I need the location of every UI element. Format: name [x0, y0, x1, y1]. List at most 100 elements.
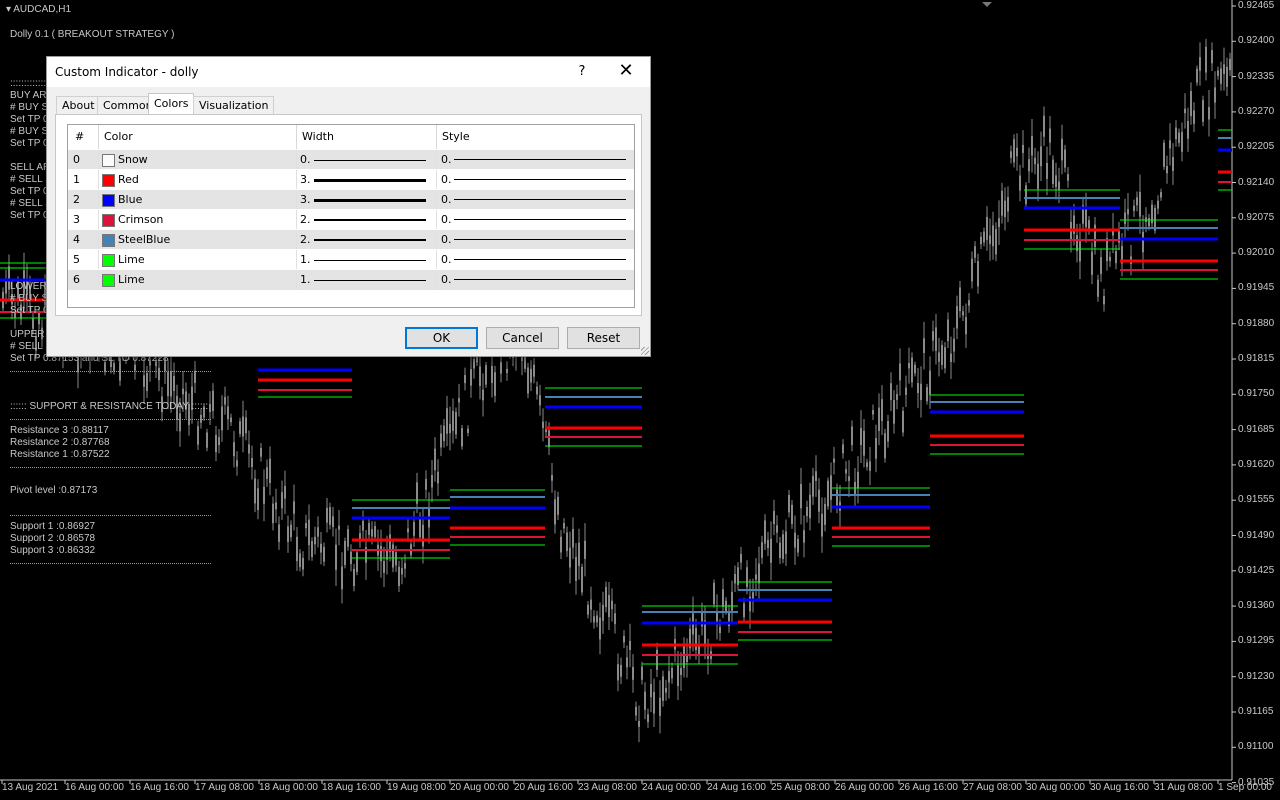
- candle-body: [422, 524, 424, 547]
- color-swatch-icon[interactable]: [102, 194, 115, 207]
- width-value[interactable]: 3.: [300, 170, 311, 190]
- help-button[interactable]: ?: [571, 61, 593, 83]
- candle-body: [695, 628, 697, 651]
- candle-body: [455, 411, 457, 435]
- table-row[interactable]: 2 Blue 3. 0.: [68, 189, 634, 210]
- ok-button[interactable]: OK: [405, 327, 478, 349]
- table-row[interactable]: 4 SteelBlue 2. 0.: [68, 229, 634, 250]
- cancel-button[interactable]: Cancel: [486, 327, 559, 349]
- candle-body: [773, 510, 775, 525]
- divider: [98, 230, 99, 250]
- candle-body: [371, 529, 373, 537]
- candle-body: [665, 687, 667, 693]
- candle-body: [1127, 209, 1129, 215]
- dialog-titlebar[interactable]: Custom Indicator - dolly ? ✕: [47, 57, 650, 87]
- dropdown-triangle-icon[interactable]: ▾: [6, 4, 11, 15]
- candle-body: [719, 626, 721, 634]
- candle-body: [611, 600, 613, 610]
- candle-body: [569, 547, 571, 568]
- col-header-color[interactable]: Color: [104, 125, 133, 149]
- price-tick-label: 0.91490: [1238, 529, 1275, 541]
- width-value[interactable]: 1.: [300, 250, 311, 270]
- candle-body: [1184, 108, 1186, 114]
- width-line-preview: [314, 199, 426, 202]
- candle-body: [830, 475, 832, 500]
- candle-body: [533, 364, 535, 377]
- style-value[interactable]: 0.: [441, 230, 452, 250]
- reset-button[interactable]: Reset: [567, 327, 640, 349]
- time-tick-label: 24 Aug 00:00: [642, 782, 701, 793]
- width-value[interactable]: 2.: [300, 230, 311, 250]
- candle-body: [833, 458, 835, 463]
- color-swatch-icon[interactable]: [102, 154, 115, 167]
- color-name[interactable]: Lime: [118, 270, 145, 290]
- table-row[interactable]: 5 Lime 1. 0.: [68, 249, 634, 270]
- style-value[interactable]: 0.: [441, 170, 452, 190]
- candle-body: [983, 231, 985, 243]
- style-value[interactable]: 0.: [441, 250, 452, 270]
- color-swatch-icon[interactable]: [102, 174, 115, 187]
- candle-body: [803, 530, 805, 543]
- color-name[interactable]: SteelBlue: [118, 230, 170, 250]
- divider: [98, 170, 99, 190]
- candle-body: [224, 396, 226, 405]
- candle-body: [659, 697, 661, 716]
- candle-body: [902, 410, 904, 433]
- candle-body: [194, 370, 196, 383]
- width-value[interactable]: 3.: [300, 190, 311, 210]
- table-row[interactable]: 0 Snow 0. 0.: [68, 149, 634, 170]
- style-value[interactable]: 0.: [441, 210, 452, 230]
- width-value[interactable]: 2.: [300, 210, 311, 230]
- color-swatch-icon[interactable]: [102, 214, 115, 227]
- candle-body: [464, 375, 466, 384]
- candle-body: [887, 421, 889, 442]
- divider: [98, 210, 99, 230]
- color-swatch-icon[interactable]: [102, 274, 115, 287]
- color-name[interactable]: Blue: [118, 190, 142, 210]
- style-value[interactable]: 0.: [441, 150, 452, 170]
- candle-body: [740, 553, 742, 563]
- candle-body: [1091, 251, 1093, 275]
- candle-body: [800, 484, 802, 509]
- candle-body: [446, 408, 448, 434]
- col-header-num[interactable]: #: [75, 125, 85, 149]
- candle-body: [947, 319, 949, 342]
- resize-grip-icon[interactable]: [641, 347, 649, 355]
- table-row[interactable]: 3 Crimson 2. 0.: [68, 209, 634, 230]
- style-value[interactable]: 0.: [441, 270, 452, 290]
- tab-colors[interactable]: Colors: [148, 93, 195, 116]
- width-line-preview: [314, 219, 426, 221]
- tab-visualization[interactable]: Visualization: [193, 96, 275, 115]
- candle-body: [560, 536, 562, 553]
- style-value[interactable]: 0.: [441, 190, 452, 210]
- color-name[interactable]: Snow: [118, 150, 148, 170]
- tab-about[interactable]: About: [56, 96, 101, 115]
- table-row[interactable]: 6 Lime 1. 0.: [68, 269, 634, 290]
- table-row[interactable]: 1 Red 3. 0.: [68, 169, 634, 190]
- candle-body: [284, 485, 286, 499]
- candle-body: [314, 536, 316, 545]
- color-name[interactable]: Crimson: [118, 210, 163, 230]
- width-value[interactable]: 0.: [300, 150, 311, 170]
- candle-body: [380, 545, 382, 562]
- candle-body: [668, 671, 670, 683]
- colors-tab-panel: # Color Width Style 0 Snow 0. 0. 1 Red 3. 0. 2 Bl…: [55, 114, 642, 316]
- width-value[interactable]: 1.: [300, 270, 311, 290]
- sr-title: :::::: SUPPORT & RESISTANCE TODAY ::::::: [10, 401, 209, 412]
- candle-body: [1178, 132, 1180, 143]
- col-header-style[interactable]: Style: [442, 125, 470, 149]
- candle-body: [968, 300, 970, 306]
- candle-body: [263, 486, 265, 504]
- color-swatch-icon[interactable]: [102, 254, 115, 267]
- color-name[interactable]: Lime: [118, 250, 145, 270]
- color-name[interactable]: Red: [118, 170, 139, 190]
- candle-body: [1139, 191, 1141, 217]
- color-swatch-icon[interactable]: [102, 234, 115, 247]
- symbol-label[interactable]: ▾ AUDCAD,H1: [6, 4, 71, 16]
- col-header-width[interactable]: Width: [302, 125, 334, 149]
- divider: [436, 150, 437, 170]
- width-line-preview: [314, 260, 426, 261]
- candle-body: [197, 426, 199, 445]
- close-icon[interactable]: ✕: [615, 60, 637, 84]
- candle-body: [791, 504, 793, 525]
